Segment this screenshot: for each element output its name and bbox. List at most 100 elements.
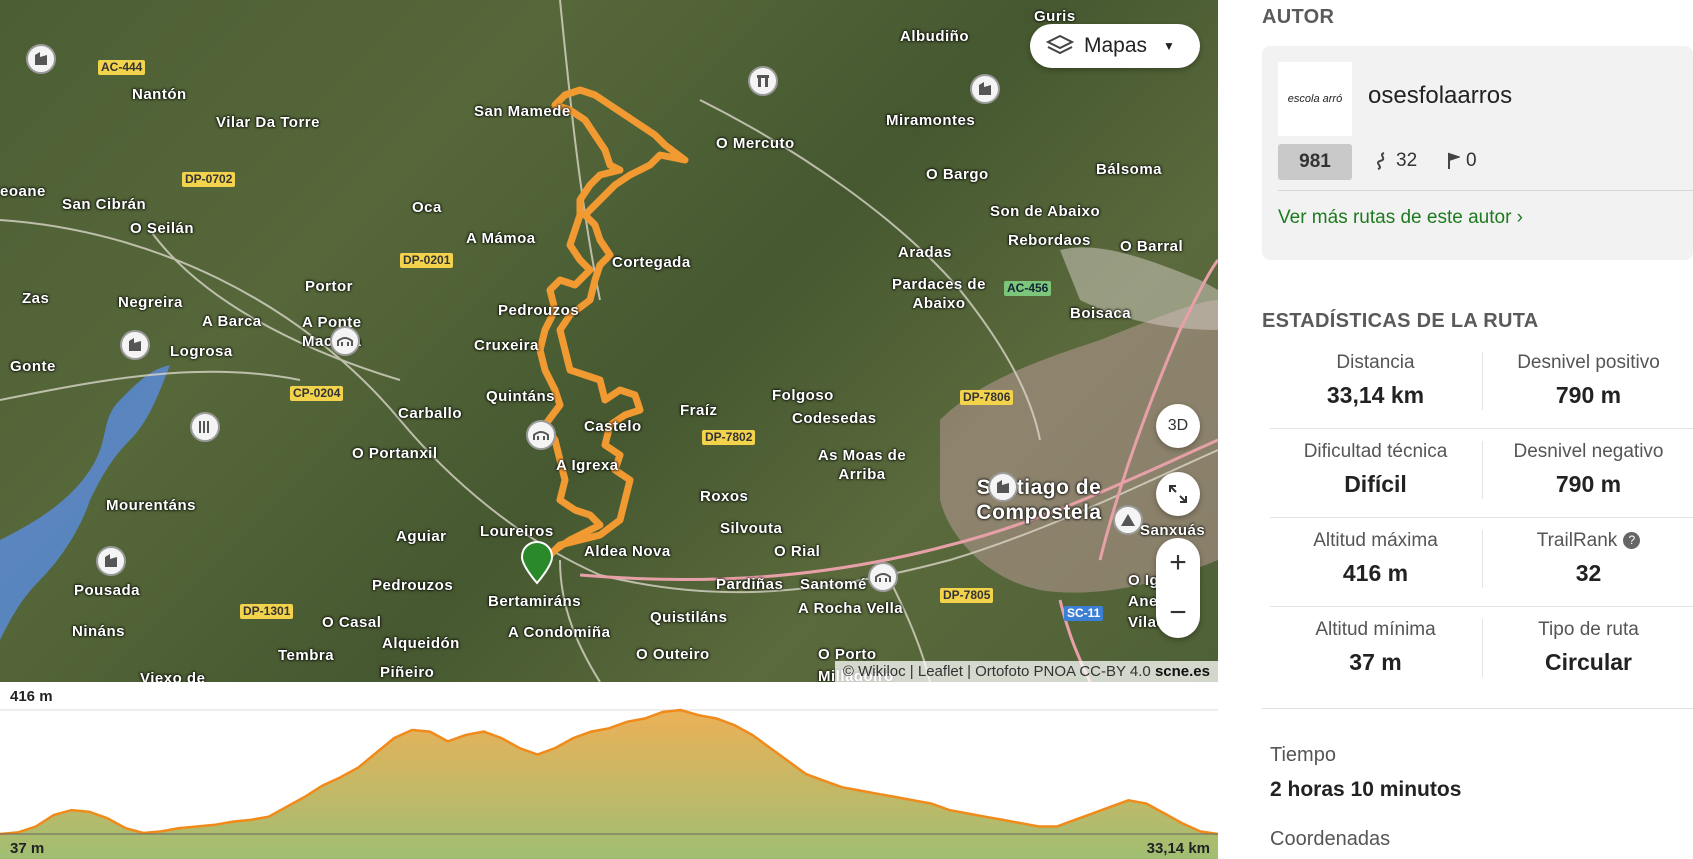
author-badge: 981 [1278, 144, 1352, 180]
place-label: O Seilán [130, 220, 195, 237]
place-label: Aguiar [396, 528, 447, 545]
place-label: Gonte [10, 358, 56, 375]
place-label: Vilar Da Torre [216, 114, 320, 131]
place-label: Pardiñas [716, 576, 784, 593]
stat-elevation-loss: Desnivel negativo 790 m [1482, 441, 1693, 499]
stat-elevation-gain: Desnivel positivo 790 m [1482, 352, 1693, 410]
place-label: O Casal [322, 614, 382, 631]
place-label: A Rocha Vella [798, 600, 904, 617]
bridge-poi-icon[interactable] [526, 420, 556, 450]
place-label: Santomé [800, 576, 867, 593]
road-label: DP-7802 [702, 430, 756, 445]
author-followers-count: 0 [1446, 150, 1477, 172]
place-label: Bálsoma [1096, 161, 1163, 178]
place-label: Oca [412, 199, 442, 216]
chevron-down-icon: ▼ [1163, 39, 1175, 53]
road-label: AC-444 [98, 60, 146, 75]
route-track[interactable] [536, 86, 689, 569]
place-label: Fraíz [680, 402, 718, 419]
building-poi-icon[interactable] [970, 74, 1000, 104]
place-label: O Barral [1120, 238, 1184, 255]
3d-button[interactable]: 3D [1156, 404, 1200, 448]
road-label: CP-0204 [290, 386, 344, 401]
start-marker-icon[interactable] [520, 540, 554, 585]
place-label: Mourentáns [106, 497, 197, 514]
bridge-poi-icon[interactable] [330, 326, 360, 356]
building-poi-icon[interactable] [26, 44, 56, 74]
author-logo[interactable]: escola arró [1278, 62, 1352, 136]
elevation-max-label: 416 m [10, 688, 53, 705]
building-poi-icon[interactable] [988, 472, 1018, 502]
place-label: Silvouta [720, 520, 783, 537]
author-name[interactable]: osesfolaarros [1368, 82, 1512, 110]
building-poi-icon[interactable] [120, 330, 150, 360]
stat-label: Desnivel positivo [1517, 352, 1660, 373]
stat-distance: Distancia 33,14 km [1270, 340, 1481, 428]
stat-trailrank: TrailRank? 32 [1482, 530, 1693, 588]
author-routes-count: 32 [1374, 150, 1417, 172]
place-label: Zas [22, 290, 50, 307]
elevation-chart [0, 708, 1218, 859]
place-label: Nantón [132, 86, 187, 103]
author-logo-text: escola arró [1287, 93, 1343, 105]
attribution-brand[interactable]: scne.es [1155, 663, 1210, 680]
stat-difficulty: Dificultad técnica Difícil [1270, 429, 1481, 517]
place-label: Loureiros [480, 523, 554, 540]
place-label: Quistiláns [650, 609, 728, 626]
elevation-profile[interactable]: 416 m 37 m 33,14 km [0, 682, 1218, 859]
stats-grid: Distancia 33,14 km Desnivel positivo 790 m… [1270, 340, 1693, 695]
section-divider [1262, 708, 1693, 709]
elevation-distance-label: 33,14 km [1146, 840, 1210, 857]
time-value: 2 horas 10 minutos [1270, 778, 1462, 801]
help-icon[interactable]: ? [1623, 532, 1641, 550]
coordinates-label: Coordenadas [1270, 828, 1391, 850]
stat-row: Distancia 33,14 km Desnivel positivo 790 m [1270, 340, 1693, 429]
stat-min-altitude: Altitud mínima 37 m [1270, 607, 1481, 695]
stat-label: TrailRank? [1483, 530, 1693, 552]
road-label: DP-7805 [940, 588, 994, 603]
stat-value: Circular [1545, 649, 1632, 675]
map[interactable]: Guris Albudiño Nantón Vilar Da Torre San… [0, 0, 1218, 682]
place-label: Aldea Nova [584, 543, 671, 560]
stat-route-type: Tipo de ruta Circular [1482, 619, 1693, 677]
road-label: SC-11 [1064, 606, 1104, 621]
stat-label: Desnivel negativo [1513, 441, 1664, 462]
author-section-title: AUTOR [1262, 6, 1335, 28]
waterfall-poi-icon[interactable] [190, 412, 220, 442]
place-label: As Moas de Arriba [817, 447, 907, 483]
author-followers-value: 0 [1466, 150, 1477, 171]
place-label: O Portanxil [352, 445, 438, 462]
bridge-poi-icon[interactable] [868, 562, 898, 592]
stat-label: Dificultad técnica [1303, 441, 1448, 462]
zoom-control: + − [1156, 538, 1200, 638]
layers-button[interactable]: Mapas ▼ [1030, 24, 1200, 68]
road-label: DP-0702 [182, 172, 236, 187]
place-label: Codesedas [792, 410, 877, 427]
author-more-routes-link[interactable]: Ver más rutas de este autor › [1278, 207, 1523, 229]
place-label: A Igrexa [556, 457, 619, 474]
elevation-min-label: 37 m [10, 840, 45, 857]
fullscreen-button[interactable] [1156, 472, 1200, 516]
stats-section-title: ESTADÍSTICAS DE LA RUTA [1262, 310, 1539, 332]
attribution-text: © Wikiloc | Leaflet | Ortofoto PNOA CC-B… [842, 663, 1151, 680]
place-label: Viexo de [140, 670, 206, 682]
dolmen-poi-icon[interactable] [748, 66, 778, 96]
place-label: O Outeiro [636, 646, 710, 663]
zoom-out-button[interactable]: − [1156, 588, 1200, 638]
road-label: AC-456 [1004, 281, 1052, 296]
place-label: Cortegada [612, 254, 691, 271]
stat-value: 790 m [1555, 471, 1622, 497]
place-label: Miramontes [886, 112, 976, 129]
building-poi-icon[interactable] [96, 546, 126, 576]
trailrank-label: TrailRank [1536, 530, 1618, 551]
place-label: Sanxuás [1140, 522, 1206, 539]
place-label: Negreira [118, 294, 183, 311]
place-label: Pedrouzos [498, 302, 580, 319]
stat-label: Distancia [1336, 352, 1415, 373]
zoom-in-button[interactable]: + [1156, 538, 1200, 588]
place-label: Bertamiráns [488, 593, 582, 610]
place-label: Son de Abaixo [990, 203, 1101, 220]
stat-value: 32 [1575, 560, 1602, 586]
summit-poi-icon[interactable] [1113, 505, 1143, 535]
place-label: Nináns [72, 623, 126, 640]
